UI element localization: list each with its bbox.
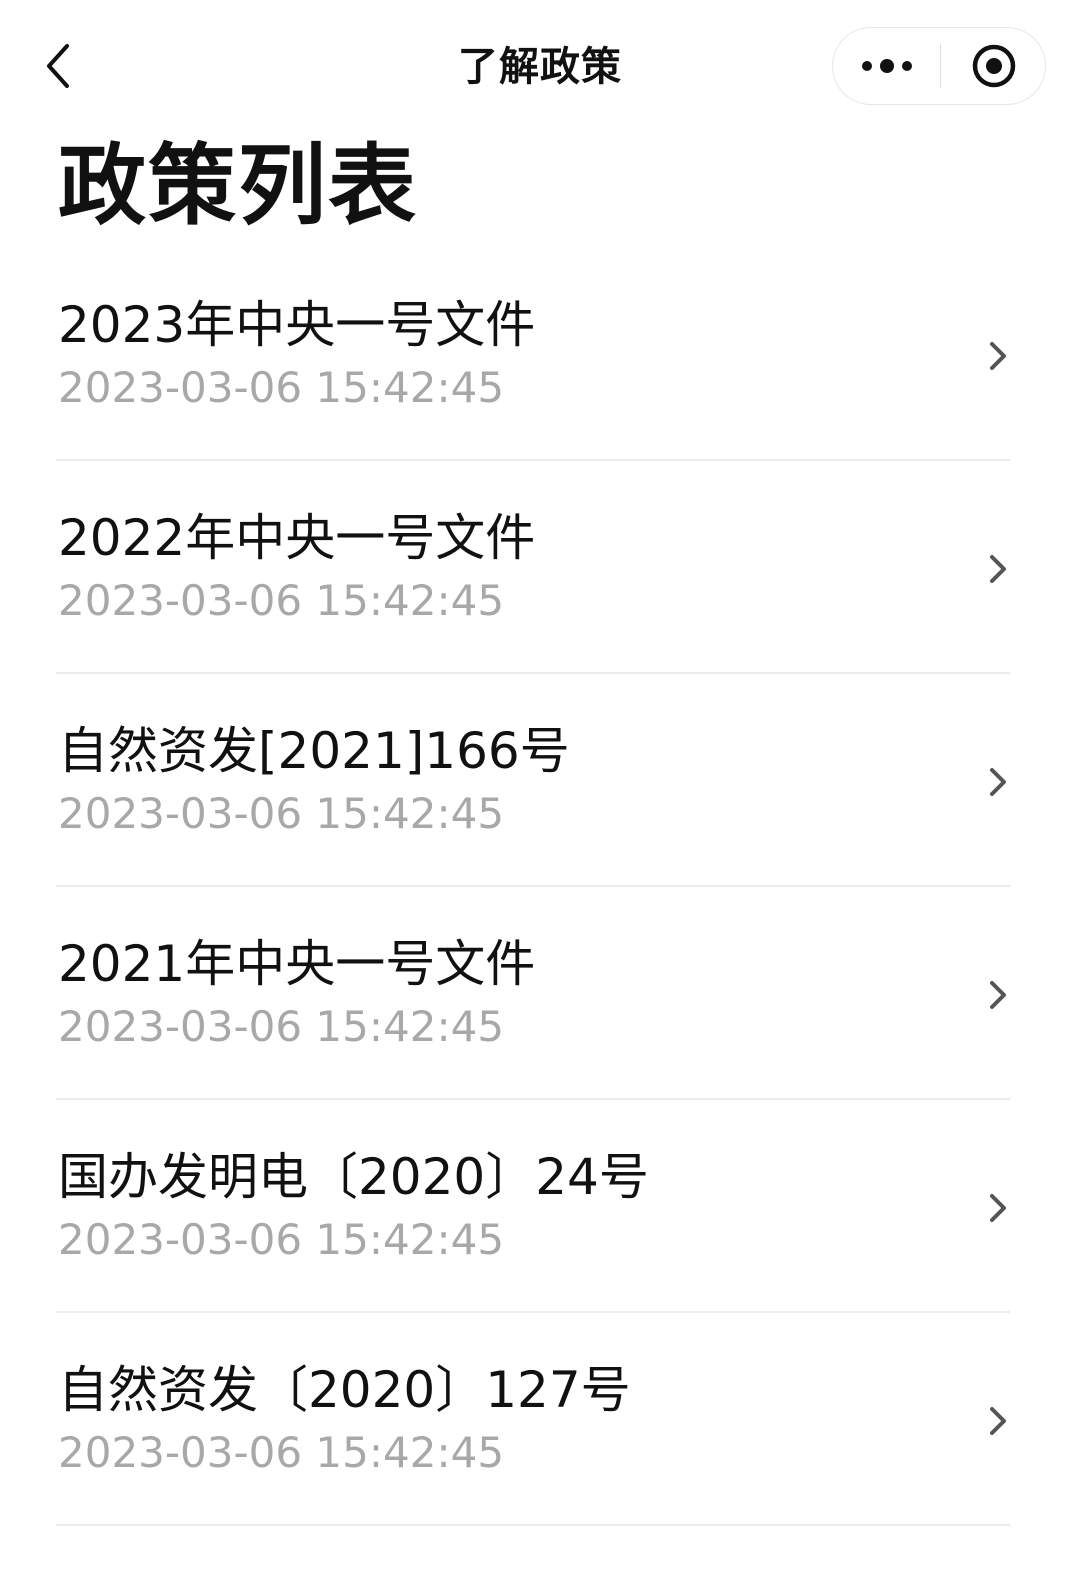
chevron-right-icon (990, 981, 1006, 1009)
policy-title: 2021年中央一号文件 (58, 935, 536, 993)
target-circle-icon (972, 44, 1015, 88)
policy-list-item[interactable]: 2023年中央一号文件 2023-03-06 15:42:45 (56, 248, 1010, 461)
policy-title: 自然资发[2021]166号 (58, 722, 570, 780)
policy-timestamp: 2023-03-06 15:42:45 (58, 576, 505, 625)
policy-title: 2023年中央一号文件 (58, 296, 536, 354)
chevron-right-icon (990, 342, 1006, 370)
more-button[interactable] (833, 28, 940, 104)
policy-timestamp: 2023-03-06 15:42:45 (58, 789, 505, 838)
policy-title: 国办发明电〔2020〕24号 (58, 1148, 649, 1206)
policy-timestamp: 2023-03-06 15:42:45 (58, 1428, 505, 1477)
policy-list-item[interactable]: 自然资发[2021]166号 2023-03-06 15:42:45 (56, 674, 1010, 887)
policy-title: 自然资发〔2020〕127号 (58, 1361, 631, 1419)
policy-timestamp: 2023-03-06 15:42:45 (58, 1215, 505, 1264)
more-dots-icon (861, 59, 912, 73)
chevron-right-icon (990, 555, 1006, 583)
close-mini-program-button[interactable] (941, 28, 1046, 104)
mini-program-capsule (832, 27, 1046, 105)
policy-timestamp: 2023-03-06 15:42:45 (58, 363, 505, 412)
chevron-right-icon (990, 1194, 1006, 1222)
policy-list-item[interactable]: 2021年中央一号文件 2023-03-06 15:42:45 (56, 887, 1010, 1100)
policy-title: 2022年中央一号文件 (58, 509, 536, 567)
policy-timestamp: 2023-03-06 15:42:45 (58, 1002, 505, 1051)
chevron-right-icon (990, 768, 1006, 796)
policy-list-item[interactable]: 2022年中央一号文件 2023-03-06 15:42:45 (56, 461, 1010, 674)
policy-list: 2023年中央一号文件 2023-03-06 15:42:45 2022年中央一… (0, 248, 1080, 1526)
navigation-bar: 了解政策 (0, 0, 1080, 130)
chevron-right-icon (990, 1407, 1006, 1435)
policy-list-item[interactable]: 自然资发〔2020〕127号 2023-03-06 15:42:45 (56, 1313, 1010, 1526)
page-title: 政策列表 (58, 134, 419, 237)
policy-list-item[interactable]: 国办发明电〔2020〕24号 2023-03-06 15:42:45 (56, 1100, 1010, 1313)
